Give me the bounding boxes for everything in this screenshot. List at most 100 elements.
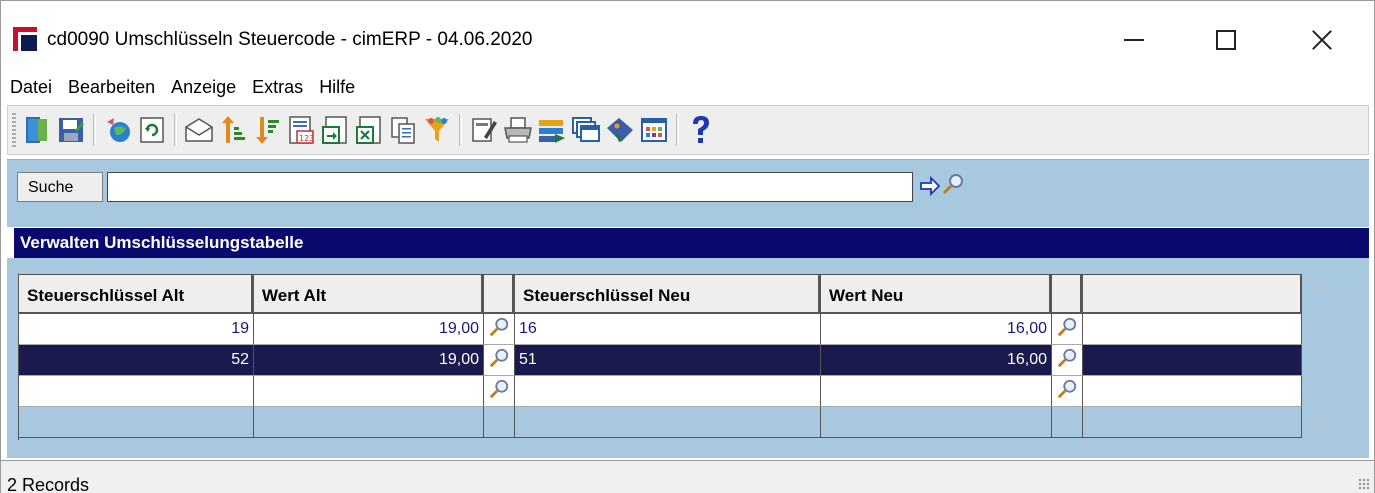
table-cell-schluessel-neu[interactable]: 16	[515, 314, 821, 345]
menu-extras[interactable]: Extras	[243, 73, 310, 103]
search-icon	[489, 379, 509, 399]
exit-button[interactable]	[22, 114, 52, 146]
search-icon	[1057, 348, 1077, 368]
table-empty-cell	[515, 407, 821, 438]
search-icon	[489, 317, 509, 337]
toolbar-separator	[459, 114, 462, 146]
scroll-down-button[interactable]	[1306, 409, 1336, 439]
table-empty-cell	[254, 407, 484, 438]
grid-view-button[interactable]	[639, 114, 669, 146]
print-button[interactable]	[503, 114, 533, 146]
excel-export-button[interactable]	[354, 114, 384, 146]
help-icon	[693, 116, 709, 143]
lookup-alt-button[interactable]	[484, 345, 515, 376]
close-icon	[1311, 29, 1333, 51]
column-header-steuerschluessel-neu[interactable]: Steuerschlüssel Neu	[514, 274, 820, 314]
mail-button[interactable]	[184, 114, 214, 146]
lookup-neu-button[interactable]	[1052, 376, 1083, 407]
menu-hilfe[interactable]: Hilfe	[310, 73, 362, 103]
windows-button[interactable]	[571, 114, 601, 146]
maximize-button[interactable]	[1201, 15, 1251, 65]
search-icon	[1057, 317, 1077, 337]
toolbar-separator	[93, 114, 96, 146]
table-cell-extra[interactable]	[1083, 345, 1302, 376]
column-header-wert-alt[interactable]: Wert Alt	[253, 274, 483, 314]
print-icon	[504, 117, 532, 143]
tag-button[interactable]	[605, 114, 635, 146]
arrow-right-icon[interactable]	[919, 174, 941, 198]
app-logo-icon	[13, 27, 37, 51]
reload-icon	[140, 117, 164, 143]
table-cell-extra[interactable]	[1083, 314, 1302, 345]
table-empty-cell	[18, 407, 254, 438]
minimize-button[interactable]	[1109, 15, 1159, 65]
window-title: cd0090 Umschlüsseln Steuercode - cimERP …	[47, 29, 533, 50]
chevron-down-icon	[1313, 419, 1329, 429]
table-cell-wert-alt[interactable]	[254, 376, 484, 407]
table-cell-wert-alt[interactable]: 19,00	[254, 314, 484, 345]
lookup-neu-button[interactable]	[1052, 345, 1083, 376]
app-window: cd0090 Umschlüsseln Steuercode - cimERP …	[0, 0, 1375, 493]
toolbar: 123	[7, 105, 1369, 155]
lookup-neu-button[interactable]	[1052, 314, 1083, 345]
maximize-icon	[1216, 30, 1236, 50]
table-cell-schluessel-alt[interactable]: 19	[18, 314, 254, 345]
table-left-border	[18, 314, 19, 440]
column-header-wert-neu[interactable]: Wert Neu	[820, 274, 1051, 314]
sort-ascending-button[interactable]	[218, 114, 248, 146]
table-cell-extra[interactable]	[1083, 376, 1302, 407]
menu-datei[interactable]: Datei	[1, 73, 59, 103]
panel-spacer	[7, 209, 1369, 227]
export-button[interactable]	[320, 114, 350, 146]
table-empty-cell	[1052, 407, 1083, 438]
table-cell-wert-neu[interactable]: 16,00	[821, 345, 1052, 376]
filter-button[interactable]	[422, 114, 452, 146]
status-bar: 2 Records	[1, 460, 1374, 493]
section-header: Verwalten Umschlüsselungstabelle	[14, 228, 1369, 258]
lookup-alt-button[interactable]	[484, 376, 515, 407]
table-cell-wert-alt[interactable]: 19,00	[254, 345, 484, 376]
menu-anzeige[interactable]: Anzeige	[162, 73, 243, 103]
column-header-extra[interactable]	[1082, 274, 1302, 314]
edit-form-button[interactable]	[469, 114, 499, 146]
search-icon[interactable]	[941, 172, 965, 196]
table-cell-schluessel-alt[interactable]: 52	[18, 345, 254, 376]
grid-view-icon	[641, 118, 667, 142]
save-icon	[59, 118, 84, 142]
copy-button[interactable]	[388, 114, 418, 146]
lookup-alt-button[interactable]	[484, 314, 515, 345]
column-header-lookup-neu[interactable]	[1051, 274, 1082, 314]
scroll-up-button[interactable]	[1306, 273, 1336, 303]
copy-icon	[391, 117, 415, 144]
table-cell-schluessel-neu[interactable]: 51	[515, 345, 821, 376]
toolbar-separator	[174, 114, 177, 146]
table-cell-schluessel-alt[interactable]	[18, 376, 254, 407]
table-cell-schluessel-neu[interactable]	[515, 376, 821, 407]
column-header-lookup-alt[interactable]	[483, 274, 514, 314]
resize-grip-icon[interactable]	[1358, 478, 1370, 490]
table-empty-cell	[821, 407, 1052, 438]
number-format-icon: 123	[289, 116, 314, 144]
transfer-icon	[539, 120, 565, 143]
number-format-button[interactable]: 123	[286, 114, 316, 146]
minimize-icon	[1124, 39, 1144, 41]
help-button[interactable]	[686, 114, 716, 146]
search-icon	[1057, 379, 1077, 399]
close-button[interactable]	[1297, 15, 1347, 65]
save-button[interactable]	[56, 114, 86, 146]
column-header-steuerschluessel-alt[interactable]: Steuerschlüssel Alt	[18, 274, 253, 314]
title-bar: cd0090 Umschlüsseln Steuercode - cimERP …	[1, 1, 1374, 71]
toolbar-grip[interactable]	[12, 113, 16, 147]
search-input[interactable]	[107, 172, 913, 202]
reload-button[interactable]	[137, 114, 167, 146]
sort-descending-button[interactable]	[252, 114, 282, 146]
table-cell-wert-neu[interactable]: 16,00	[821, 314, 1052, 345]
sort-ascending-icon	[222, 116, 245, 143]
refresh-globe-icon	[107, 118, 130, 142]
refresh-globe-button[interactable]	[103, 114, 133, 146]
svg-text:123: 123	[299, 134, 314, 143]
menu-bearbeiten[interactable]: Bearbeiten	[59, 73, 162, 103]
windows-icon	[572, 117, 600, 142]
table-cell-wert-neu[interactable]	[821, 376, 1052, 407]
transfer-button[interactable]	[537, 114, 567, 146]
